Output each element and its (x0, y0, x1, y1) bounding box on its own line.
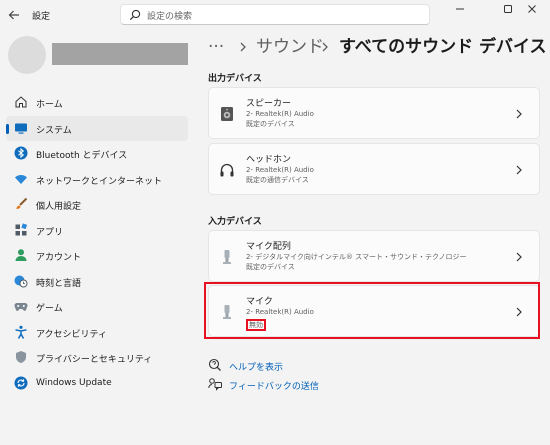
device-driver: 2- デジタルマイク向けインテル® スマート・サウンド・テクノロジー (246, 253, 467, 261)
title-bar: 設定 設定の検索 (0, 0, 550, 30)
microphone-icon (223, 305, 231, 319)
close-button[interactable] (514, 2, 550, 16)
show-help-link[interactable]: ヘルプを表示 (208, 358, 298, 373)
apps-icon (15, 222, 28, 235)
sidebar-item-label: ゲーム (36, 304, 63, 314)
speaker-icon (221, 107, 233, 121)
sidebar-item-label: 個人用設定 (36, 202, 82, 212)
device-driver: 2- Realtek(R) Audio (246, 110, 314, 118)
device-info: ヘッドホン 2- Realtek(R) Audio 既定の通信デバイス (246, 154, 314, 185)
headphones-icon (220, 163, 234, 177)
sidebar-item-label: Windows Update (36, 377, 112, 388)
app-title: 設定 (32, 12, 51, 22)
search-icon (129, 9, 141, 21)
back-button[interactable] (6, 7, 22, 23)
device-card-mic-array[interactable]: マイク配列 2- デジタルマイク向けインテル® スマート・サウンド・テクノロジー… (208, 230, 540, 282)
breadcrumb-more[interactable]: ··· (208, 34, 224, 60)
sidebar-item-accounts[interactable]: アカウント (6, 243, 188, 269)
sidebar-item-windows-update[interactable]: Windows Update (6, 371, 188, 397)
device-driver: 2- Realtek(R) Audio (246, 308, 314, 316)
sidebar-item-personalization[interactable]: 個人用設定 (6, 192, 188, 218)
chevron-right-icon (240, 42, 246, 52)
sidebar-item-bluetooth[interactable]: Bluetooth とデバイス (6, 141, 188, 167)
network-icon (15, 174, 27, 184)
device-status-disabled: 無効 (246, 318, 266, 331)
input-devices-heading: 入力デバイス (208, 217, 262, 227)
device-info: マイク配列 2- デジタルマイク向けインテル® スマート・サウンド・テクノロジー… (246, 241, 467, 272)
device-status: 既定のデバイス (246, 119, 295, 128)
sidebar-nav: ホーム システム Bluetooth とデバイス ネットワークとインターネット … (6, 90, 188, 396)
search-input[interactable]: 設定の検索 (147, 9, 192, 22)
sidebar-item-system[interactable]: システム (6, 115, 188, 141)
minimize-button[interactable] (442, 2, 478, 16)
avatar (8, 36, 46, 74)
device-status: 既定の通信デバイス (246, 175, 309, 184)
system-icon (15, 123, 27, 134)
show-help-label[interactable]: ヘルプを表示 (229, 360, 283, 373)
send-feedback-label[interactable]: フィードバックの送信 (229, 379, 319, 392)
chevron-right-icon (516, 109, 522, 119)
chevron-right-icon (516, 252, 522, 262)
chevron-right-icon (516, 307, 522, 317)
sidebar-item-label: アプリ (36, 227, 64, 238)
breadcrumb-sound[interactable]: サウンド (256, 34, 324, 60)
sidebar-item-label: ホーム (36, 100, 63, 110)
update-icon (14, 376, 28, 389)
gamepad-icon (14, 303, 28, 311)
arrow-left-icon (8, 10, 19, 20)
brush-icon (16, 197, 28, 209)
sidebar-item-gaming[interactable]: ゲーム (6, 294, 188, 320)
accessibility-icon (15, 325, 27, 339)
output-devices-heading: 出力デバイス (208, 74, 262, 84)
sidebar-item-network[interactable]: ネットワークとインターネット (6, 167, 188, 193)
chevron-right-icon (322, 42, 328, 52)
sidebar-item-label: アカウント (36, 253, 82, 263)
clock-globe-icon (14, 275, 28, 287)
close-icon (528, 5, 536, 13)
sidebar-item-time-language[interactable]: 時刻と言語 (6, 269, 188, 295)
sidebar-item-label: アクセシビリティ (36, 329, 108, 340)
send-feedback-link[interactable]: フィードバックの送信 (208, 377, 319, 392)
feedback-icon (208, 378, 222, 391)
device-name: スピーカー (246, 99, 292, 109)
sidebar-item-home[interactable]: ホーム (6, 90, 188, 116)
sidebar-item-label: 時刻と言語 (36, 278, 82, 289)
device-name: ヘッドホン (246, 155, 292, 165)
search-box[interactable]: 設定の検索 (120, 4, 430, 25)
bluetooth-icon (14, 146, 28, 160)
shield-icon (16, 351, 26, 363)
user-name-redacted (52, 43, 188, 65)
device-status: 既定のデバイス (246, 262, 295, 271)
device-name: マイク (246, 297, 273, 307)
device-card-speaker[interactable]: スピーカー 2- Realtek(R) Audio 既定のデバイス (208, 87, 540, 139)
sidebar-item-accessibility[interactable]: アクセシビリティ (6, 320, 188, 346)
sidebar-item-privacy-security[interactable]: プライバシーとセキュリティ (6, 345, 188, 371)
device-driver: 2- Realtek(R) Audio (246, 166, 314, 174)
sidebar-item-label: プライバシーとセキュリティ (36, 355, 153, 365)
device-card-headphones[interactable]: ヘッドホン 2- Realtek(R) Audio 既定の通信デバイス (208, 143, 540, 195)
maximize-icon (504, 5, 512, 13)
device-card-microphone[interactable]: マイク 2- Realtek(R) Audio 無効 (208, 285, 540, 337)
account-icon (15, 249, 27, 261)
chevron-right-icon (516, 165, 522, 175)
sidebar-item-label: システム (36, 125, 72, 136)
microphone-icon (223, 250, 231, 264)
page-title: すべてのサウンド デバイス (339, 37, 547, 57)
help-icon (208, 358, 221, 371)
minimize-icon (456, 8, 464, 10)
device-info: スピーカー 2- Realtek(R) Audio 既定のデバイス (246, 98, 314, 129)
device-info: マイク 2- Realtek(R) Audio 無効 (246, 296, 314, 331)
sidebar-item-apps[interactable]: アプリ (6, 218, 188, 244)
device-name: マイク配列 (246, 242, 291, 252)
sidebar-item-label: Bluetooth とデバイス (36, 151, 128, 161)
home-icon (15, 96, 27, 108)
sidebar-item-label: ネットワークとインターネット (36, 176, 163, 187)
